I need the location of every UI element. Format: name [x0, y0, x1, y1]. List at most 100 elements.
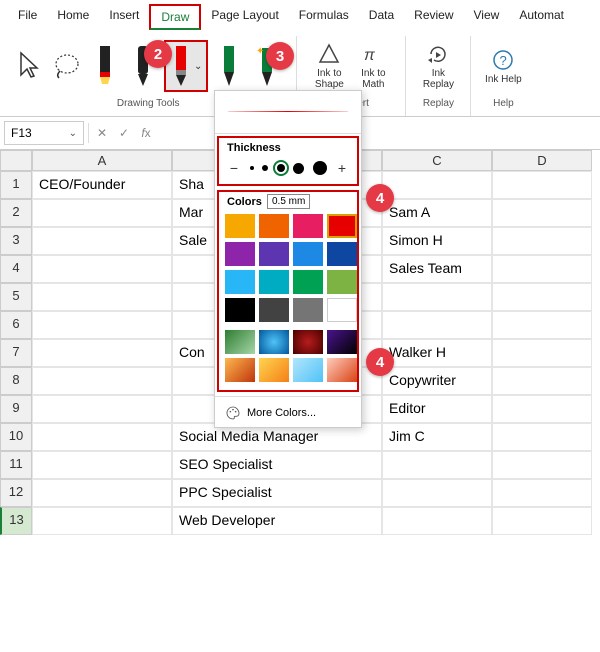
cell-C11[interactable]: [382, 451, 492, 479]
row-header-3[interactable]: 3: [0, 227, 32, 255]
color-swatch[interactable]: [327, 214, 357, 238]
name-box[interactable]: F13 ⌄: [4, 121, 84, 145]
col-header-d[interactable]: D: [492, 150, 592, 171]
color-swatch[interactable]: [327, 298, 357, 322]
cell-A10[interactable]: [32, 423, 172, 451]
color-swatch[interactable]: [259, 270, 289, 294]
tab-formulas[interactable]: Formulas: [289, 4, 359, 30]
ink-help-button[interactable]: ? Ink Help: [483, 36, 523, 96]
tab-file[interactable]: File: [8, 4, 47, 30]
tab-page-layout[interactable]: Page Layout: [201, 4, 288, 30]
cell-C12[interactable]: [382, 479, 492, 507]
cell-C8[interactable]: Copywriter: [382, 367, 492, 395]
cell-D3[interactable]: [492, 227, 592, 255]
more-colors-button[interactable]: More Colors...: [215, 399, 361, 427]
cell-C4[interactable]: Sales Team: [382, 255, 492, 283]
tab-home[interactable]: Home: [47, 4, 99, 30]
cell-A11[interactable]: [32, 451, 172, 479]
thickness-3[interactable]: [277, 164, 285, 172]
cell-A3[interactable]: [32, 227, 172, 255]
row-header-7[interactable]: 7: [0, 339, 32, 367]
cell-C7[interactable]: Walker H: [382, 339, 492, 367]
select-tool[interactable]: [12, 36, 46, 96]
cell-C5[interactable]: [382, 283, 492, 311]
thickness-1[interactable]: [250, 166, 254, 170]
accept-formula[interactable]: ✓: [115, 122, 133, 144]
fx-button[interactable]: fx: [137, 122, 155, 144]
row-header-9[interactable]: 9: [0, 395, 32, 423]
cell-A9[interactable]: [32, 395, 172, 423]
row-header-10[interactable]: 10: [0, 423, 32, 451]
cell-D6[interactable]: [492, 311, 592, 339]
texture-swatch[interactable]: [225, 358, 255, 382]
cell-D2[interactable]: [492, 199, 592, 227]
color-swatch[interactable]: [327, 242, 357, 266]
cell-D12[interactable]: [492, 479, 592, 507]
thickness-5[interactable]: [313, 161, 327, 175]
texture-swatch[interactable]: [225, 330, 255, 354]
tab-review[interactable]: Review: [404, 4, 463, 30]
col-header-c[interactable]: C: [382, 150, 492, 171]
tab-draw[interactable]: Draw: [149, 4, 201, 30]
cell-B11[interactable]: SEO Specialist: [172, 451, 382, 479]
cell-B12[interactable]: PPC Specialist: [172, 479, 382, 507]
cell-A6[interactable]: [32, 311, 172, 339]
cell-A5[interactable]: [32, 283, 172, 311]
cell-D10[interactable]: [492, 423, 592, 451]
thickness-increase[interactable]: +: [335, 160, 349, 176]
cell-A7[interactable]: [32, 339, 172, 367]
color-swatch[interactable]: [293, 270, 323, 294]
row-header-1[interactable]: 1: [0, 171, 32, 199]
color-swatch[interactable]: [225, 298, 255, 322]
cell-A1[interactable]: CEO/Founder: [32, 171, 172, 199]
tab-automate[interactable]: Automat: [509, 4, 574, 30]
cell-D8[interactable]: [492, 367, 592, 395]
tab-data[interactable]: Data: [359, 4, 404, 30]
tab-view[interactable]: View: [464, 4, 510, 30]
cell-D4[interactable]: [492, 255, 592, 283]
tab-insert[interactable]: Insert: [99, 4, 149, 30]
color-swatch[interactable]: [225, 214, 255, 238]
cell-C2[interactable]: Sam A: [382, 199, 492, 227]
col-header-a[interactable]: A: [32, 150, 172, 171]
cell-D11[interactable]: [492, 451, 592, 479]
row-header-11[interactable]: 11: [0, 451, 32, 479]
cell-A13[interactable]: [32, 507, 172, 535]
cell-C10[interactable]: Jim C: [382, 423, 492, 451]
cell-B13[interactable]: Web Developer: [172, 507, 382, 535]
thickness-decrease[interactable]: −: [227, 160, 241, 176]
cell-D1[interactable]: [492, 171, 592, 199]
cell-C13[interactable]: [382, 507, 492, 535]
pen-tool-1[interactable]: [88, 36, 122, 96]
cell-D7[interactable]: [492, 339, 592, 367]
cell-C3[interactable]: Simon H: [382, 227, 492, 255]
color-swatch[interactable]: [293, 214, 323, 238]
row-header-6[interactable]: 6: [0, 311, 32, 339]
cell-C1[interactable]: [382, 171, 492, 199]
row-header-5[interactable]: 5: [0, 283, 32, 311]
ink-replay-button[interactable]: Ink Replay: [418, 36, 458, 96]
cell-D13[interactable]: [492, 507, 592, 535]
row-header-2[interactable]: 2: [0, 199, 32, 227]
color-swatch[interactable]: [225, 242, 255, 266]
color-swatch[interactable]: [293, 298, 323, 322]
cell-C6[interactable]: [382, 311, 492, 339]
texture-swatch[interactable]: [293, 358, 323, 382]
row-header-8[interactable]: 8: [0, 367, 32, 395]
row-header-13[interactable]: 13: [0, 507, 32, 535]
cancel-formula[interactable]: ✕: [93, 122, 111, 144]
select-all-corner[interactable]: [0, 150, 32, 171]
cell-A8[interactable]: [32, 367, 172, 395]
texture-swatch[interactable]: [259, 358, 289, 382]
texture-swatch[interactable]: [327, 330, 357, 354]
pen-tool-4[interactable]: [212, 36, 246, 96]
color-swatch[interactable]: [225, 270, 255, 294]
cell-A4[interactable]: [32, 255, 172, 283]
texture-swatch[interactable]: [327, 358, 357, 382]
color-swatch[interactable]: [259, 242, 289, 266]
ink-to-math-button[interactable]: π Ink to Math: [353, 36, 393, 96]
lasso-tool[interactable]: [50, 36, 84, 96]
cell-A2[interactable]: [32, 199, 172, 227]
texture-swatch[interactable]: [293, 330, 323, 354]
cell-D5[interactable]: [492, 283, 592, 311]
